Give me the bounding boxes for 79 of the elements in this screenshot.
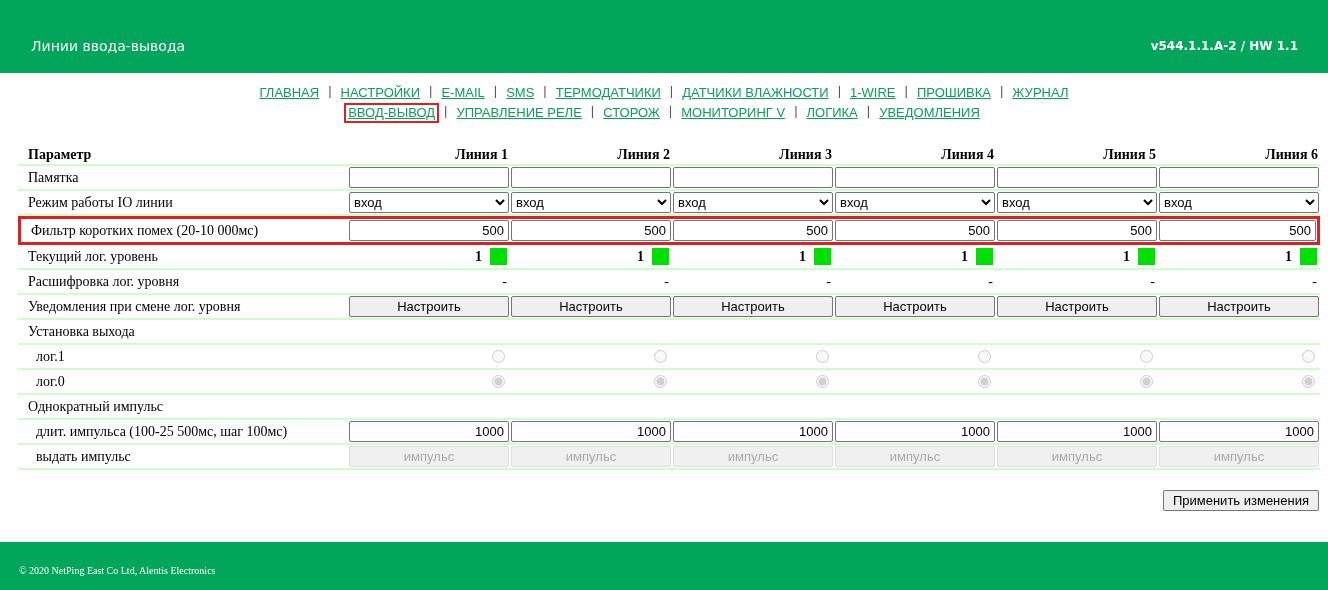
level-value: 1 — [1123, 248, 1130, 265]
copyright-text: © 2020 NetPing East Co Ltd, Alentis Electronics — [19, 565, 216, 576]
row-label: Расшифровка лог. уровня — [28, 273, 180, 289]
level-value: 1 — [799, 248, 806, 265]
text-input[interactable] — [997, 167, 1157, 188]
number-input[interactable]: 500 — [1159, 220, 1316, 241]
separator: | — [866, 103, 871, 120]
number-input[interactable]: 1000 — [673, 421, 833, 442]
number-input[interactable]: 500 — [835, 220, 995, 241]
level-value: 1 — [475, 248, 482, 265]
separator: | — [328, 83, 332, 100]
separator: | — [837, 83, 842, 100]
separator: | — [669, 83, 674, 100]
decoded-value: - — [502, 273, 507, 290]
decoded-value: - — [1312, 273, 1317, 290]
separator: | — [493, 83, 498, 100]
mode-select[interactable]: вход — [673, 192, 833, 213]
nav-link[interactable]: МОНИТОРИНГ V — [677, 103, 790, 123]
separator: | — [590, 103, 595, 120]
version-label: v544.1.1.A-2 / HW 1.1 — [1150, 38, 1298, 53]
nav-link[interactable]: СТОРОЖ — [599, 103, 664, 123]
row-button[interactable]: Настроить — [511, 296, 671, 317]
row-button[interactable]: Настроить — [349, 296, 509, 317]
row-button[interactable]: Настроить — [835, 296, 995, 317]
number-input[interactable]: 500 — [997, 220, 1157, 241]
separator: | — [543, 83, 547, 100]
number-input[interactable]: 500 — [349, 220, 509, 241]
row-label: Памятка — [28, 169, 79, 185]
row-label: Уведомления при смене лог. уровня — [28, 298, 241, 314]
separator: | — [904, 83, 908, 100]
separator: | — [668, 103, 673, 120]
number-input[interactable]: 500 — [511, 220, 671, 241]
row-label: Однократный импульс — [28, 398, 164, 414]
nav-link[interactable]: ПРОШИВКА — [912, 83, 995, 103]
decoded-value: - — [988, 273, 993, 290]
number-input[interactable]: 500 — [673, 220, 833, 241]
row-button[interactable]: Настроить — [997, 296, 1157, 317]
separator: | — [429, 83, 433, 100]
text-input[interactable] — [349, 167, 509, 188]
separator: | — [444, 103, 448, 120]
mode-select[interactable]: вход — [511, 192, 671, 213]
number-input[interactable]: 1000 — [511, 421, 671, 442]
row-label: Режим работы IO линии — [28, 194, 173, 210]
text-input[interactable] — [511, 167, 671, 188]
mode-select[interactable]: вход — [997, 192, 1157, 213]
level-value: 1 — [637, 248, 644, 265]
row-label: Фильтр коротких помех (20-10 000мс) — [31, 222, 259, 238]
number-input[interactable]: 1000 — [997, 421, 1157, 442]
number-input[interactable]: 1000 — [349, 421, 509, 442]
decoded-value: - — [1150, 273, 1155, 290]
row-button[interactable]: Настроить — [673, 296, 833, 317]
decoded-value: - — [664, 273, 669, 290]
mode-select[interactable]: вход — [349, 192, 509, 213]
text-input[interactable] — [835, 167, 995, 188]
row-label: Установка выхода — [28, 323, 135, 339]
row-button[interactable]: Настроить — [1159, 296, 1319, 317]
nav-link[interactable]: SMS — [502, 83, 539, 103]
row-label: лог.0 — [36, 373, 65, 389]
row-label: выдать импульс — [36, 448, 131, 464]
row-label: длит. импульса (100-25 500мс, шаг 100мс) — [36, 423, 288, 439]
nav-link[interactable]: ДАТЧИКИ ВЛАЖНОСТИ — [678, 83, 833, 103]
mode-select[interactable]: вход — [1159, 192, 1319, 213]
page-title: Линии ввода-вывода — [31, 37, 186, 54]
number-input[interactable]: 1000 — [835, 421, 995, 442]
mode-select[interactable]: вход — [835, 192, 995, 213]
row-label: лог.1 — [36, 348, 65, 364]
column-header: Параметр — [18, 143, 348, 166]
level-value: 1 — [961, 248, 968, 265]
row-label: Текущий лог. уровень — [28, 248, 158, 264]
text-input[interactable] — [1159, 167, 1319, 188]
level-value: 1 — [1285, 248, 1292, 265]
number-input[interactable]: 1000 — [1159, 421, 1319, 442]
nav-link[interactable]: НАСТРОЙКИ — [336, 83, 424, 103]
text-input[interactable] — [673, 167, 833, 188]
decoded-value: - — [826, 273, 831, 290]
apply-button[interactable]: Применить изменения — [1162, 490, 1319, 511]
nav-link[interactable]: ЖУРНАЛ — [1008, 83, 1073, 103]
separator: | — [999, 83, 1004, 100]
separator: | — [794, 103, 798, 120]
